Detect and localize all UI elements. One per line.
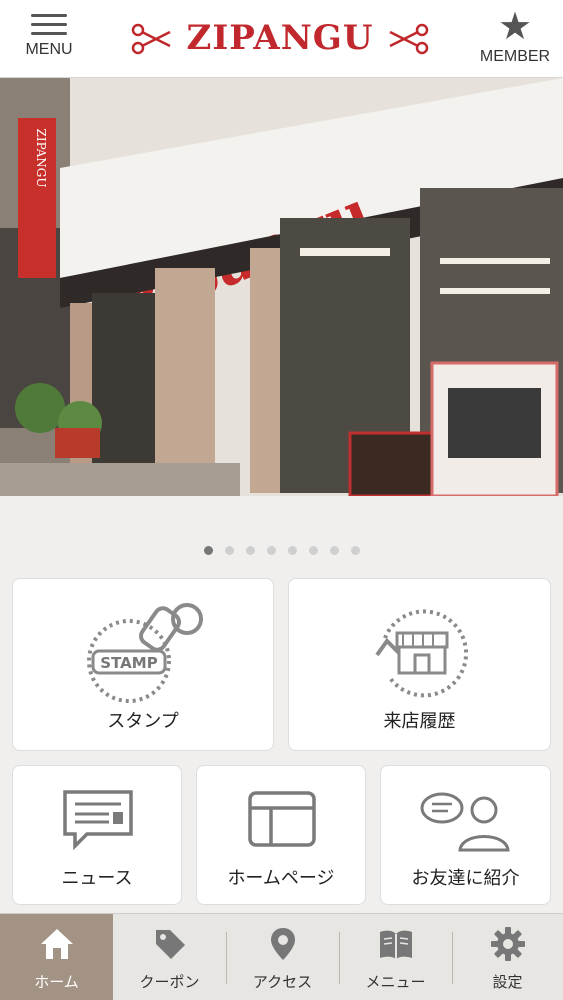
nav-home-label: ホーム	[34, 973, 79, 991]
carousel-dot[interactable]	[245, 546, 255, 555]
nav-access[interactable]: アクセス	[226, 914, 339, 1000]
nav-settings-label: 設定	[492, 973, 523, 991]
refer-friend-label: お友達に紹介	[411, 868, 520, 889]
visit-history-label: 来店履歴	[383, 711, 456, 732]
nav-menu[interactable]: メニュー	[339, 914, 452, 1000]
member-button[interactable]: ★ MEMBER	[475, 6, 555, 70]
menu-label: MENU	[25, 41, 73, 58]
news-label: ニュース	[61, 868, 133, 889]
member-label: MEMBER	[479, 48, 551, 65]
nav-access-label: アクセス	[252, 973, 313, 991]
home-icon	[40, 929, 73, 959]
stamp-icon-text: STAMP	[100, 654, 157, 672]
tag-icon	[155, 930, 185, 959]
brand-logo: ZIPANGU	[130, 14, 430, 64]
carousel-dot[interactable]	[224, 546, 234, 555]
menu-button[interactable]: MENU	[14, 10, 84, 70]
refer-friend-tile[interactable]: お友達に紹介	[380, 765, 551, 905]
nav-coupon[interactable]: クーポン	[113, 914, 226, 1000]
newspaper-chat-icon	[63, 790, 133, 851]
nav-coupon-label: クーポン	[139, 973, 200, 991]
person-chat-icon	[420, 792, 510, 852]
stamp-icon: STAMP	[87, 603, 203, 703]
gear-icon	[490, 927, 525, 961]
storefront-image: ZIPANGU zipangu	[0, 78, 563, 496]
banner-text: ZIPANGU	[34, 129, 48, 188]
carousel-dot[interactable]	[308, 546, 318, 555]
map-pin-icon	[270, 928, 295, 960]
visit-history-tile[interactable]: 来店履歴	[288, 578, 551, 751]
carousel-dot[interactable]	[266, 546, 276, 555]
carousel-dot[interactable]	[350, 546, 360, 555]
nav-settings[interactable]: 設定	[452, 914, 563, 1000]
scissors-left-icon	[131, 23, 171, 55]
scissors-right-icon	[389, 23, 429, 55]
webpage-layout-icon	[248, 791, 316, 847]
nav-menu-label: メニュー	[365, 973, 426, 991]
news-tile[interactable]: ニュース	[12, 765, 182, 905]
logo-text: ZIPANGU	[186, 18, 374, 58]
nav-home[interactable]: ホーム	[0, 914, 113, 1000]
star-icon: ★	[497, 4, 533, 48]
app-header: MENU ZIPANGU ★ MEMBER	[0, 0, 563, 78]
store-history-icon	[375, 609, 469, 698]
carousel-dot[interactable]	[329, 546, 339, 555]
book-icon	[379, 930, 412, 959]
carousel-dot[interactable]	[287, 546, 297, 555]
stamp-label: スタンプ	[107, 711, 179, 732]
stamp-tile[interactable]: STAMP スタンプ	[12, 578, 274, 751]
hero-carousel-image[interactable]: ZIPANGU zipangu	[0, 78, 563, 496]
bottom-navigation: ホーム クーポン アクセス メニュー 設定	[0, 913, 563, 1000]
carousel-pagination	[0, 540, 563, 556]
hamburger-icon	[31, 14, 67, 35]
homepage-label: ホームページ	[227, 868, 335, 889]
homepage-tile[interactable]: ホームページ	[196, 765, 366, 905]
carousel-dot[interactable]	[203, 546, 213, 555]
